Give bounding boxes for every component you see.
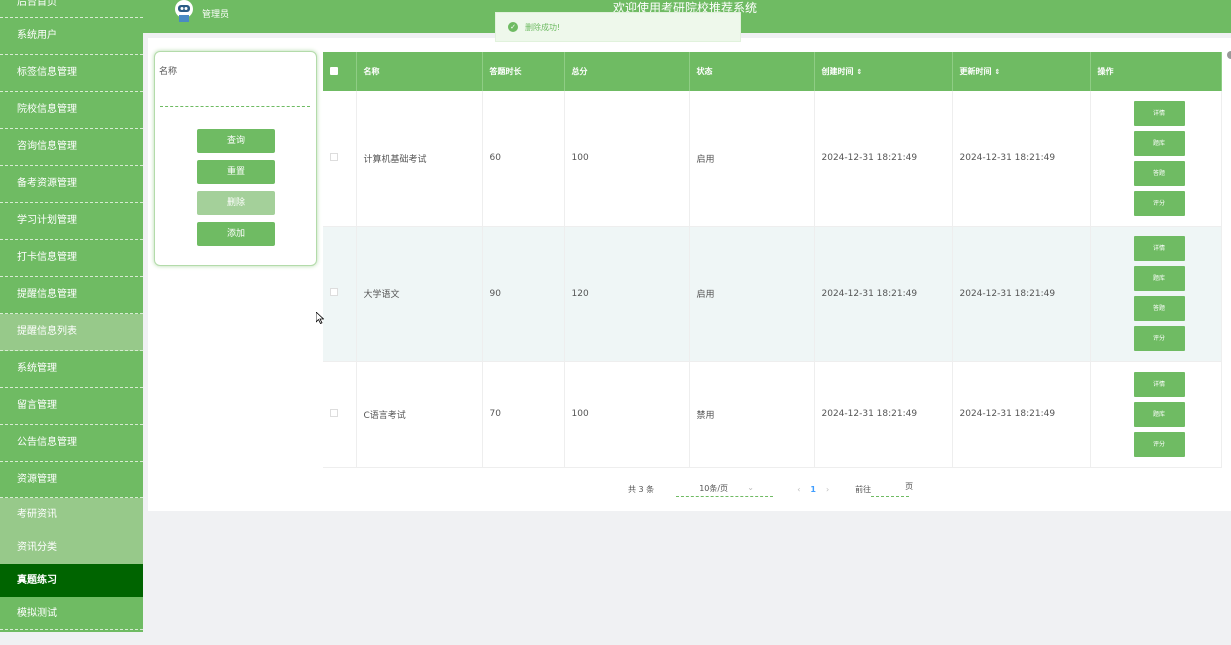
- sidebar-item-resource-management[interactable]: 资源管理: [0, 462, 143, 498]
- detail-button[interactable]: 详情: [1133, 371, 1185, 397]
- cell-name: 大学语文: [356, 226, 483, 362]
- search-panel: 名称 查询 重置 删除 添加: [154, 51, 317, 266]
- sidebar-item-news-category[interactable]: 资讯分类: [0, 531, 143, 564]
- reset-button[interactable]: 重置: [197, 160, 275, 184]
- table-row: 大学语文 90 120 启用 2024-12-31 18:21:49 2024-…: [323, 226, 1222, 362]
- cell-actions: 详情 题库 答题 评分: [1090, 91, 1222, 227]
- cell-score: 100: [564, 91, 690, 227]
- goto-label: 前往: [855, 484, 872, 494]
- sidebar-item-resource-prep[interactable]: 备考资源管理: [0, 166, 143, 203]
- success-toast: ✓ 删除成功!: [495, 12, 741, 42]
- sidebar: 后台首页 系统用户 标签信息管理 院校信息管理 咨询信息管理 备考资源管理 学习…: [0, 0, 143, 632]
- col-header-updated[interactable]: 更新时间 ⇕: [952, 52, 1091, 91]
- sort-icon[interactable]: ⇕: [995, 68, 1001, 76]
- grade-button[interactable]: 评分: [1133, 431, 1185, 457]
- page-size-value: 10条/页: [699, 484, 729, 493]
- query-button[interactable]: 查询: [197, 129, 275, 153]
- add-button[interactable]: 添加: [197, 222, 275, 246]
- sidebar-item-home[interactable]: 后台首页: [0, 0, 143, 18]
- sort-icon[interactable]: ⇕: [857, 68, 863, 76]
- col-header-score: 总分: [564, 52, 690, 91]
- prev-page-icon[interactable]: ‹: [797, 485, 800, 494]
- cell-created: 2024-12-31 18:21:49: [814, 91, 953, 227]
- col-header-status: 状态: [689, 52, 815, 91]
- question-bank-button[interactable]: 题库: [1133, 130, 1185, 156]
- cell-status: 启用: [689, 91, 815, 227]
- name-label: 名称: [159, 67, 178, 77]
- sidebar-item-message-management[interactable]: 留言管理: [0, 388, 143, 425]
- grade-button[interactable]: 评分: [1133, 190, 1185, 216]
- data-table: 名称 答题时长 总分 状态 创建时间 ⇕ 更新时间 ⇕ 操作 计算机基础考试 60 …: [323, 52, 1222, 468]
- sidebar-item-system-users[interactable]: 系统用户: [0, 18, 143, 55]
- sidebar-item-news[interactable]: 考研资讯: [0, 498, 143, 531]
- col-header-actions: 操作: [1090, 52, 1222, 91]
- select-all-checkbox[interactable]: [330, 66, 338, 75]
- page-number[interactable]: 1: [810, 485, 816, 494]
- answer-button[interactable]: 答题: [1133, 160, 1185, 186]
- table-row: C语言考试 70 100 禁用 2024-12-31 18:21:49 2024…: [323, 361, 1222, 468]
- sidebar-item-reminder-list[interactable]: 提醒信息列表: [0, 314, 143, 351]
- next-page-icon[interactable]: ›: [826, 485, 829, 494]
- mouse-cursor-icon: [316, 312, 324, 324]
- sidebar-item-exam-practice[interactable]: 真题练习: [0, 564, 143, 597]
- cell-actions: 详情 题库 评分: [1090, 361, 1222, 468]
- cell-actions: 详情 题库 答题 评分: [1090, 226, 1222, 362]
- cell-duration: 60: [482, 91, 565, 227]
- pagination-total: 共 3 条: [628, 484, 655, 494]
- cell-status: 禁用: [689, 361, 815, 468]
- cell-name: C语言考试: [356, 361, 483, 468]
- cell-status: 启用: [689, 226, 815, 362]
- detail-button[interactable]: 详情: [1133, 236, 1185, 261]
- toast-message: 删除成功!: [525, 22, 561, 32]
- cell-duration: 90: [482, 226, 565, 362]
- cell-created: 2024-12-31 18:21:49: [814, 226, 953, 362]
- user-role[interactable]: 管理员: [202, 7, 229, 20]
- cell-updated: 2024-12-31 18:21:49: [952, 226, 1091, 362]
- answer-button[interactable]: 答题: [1133, 296, 1185, 321]
- select-all-cell: [323, 52, 357, 91]
- cell-updated: 2024-12-31 18:21:49: [952, 91, 1091, 227]
- row-select-cell: [323, 226, 357, 362]
- cell-name: 计算机基础考试: [356, 91, 483, 227]
- cell-updated: 2024-12-31 18:21:49: [952, 361, 1091, 468]
- col-header-updated-label: 更新时间: [959, 67, 992, 76]
- cell-duration: 70: [482, 361, 565, 468]
- avatar-icon[interactable]: [172, 0, 196, 22]
- sidebar-item-study-plan[interactable]: 学习计划管理: [0, 203, 143, 240]
- cell-created: 2024-12-31 18:21:49: [814, 361, 953, 468]
- table-row: 计算机基础考试 60 100 启用 2024-12-31 18:21:49 20…: [323, 91, 1222, 227]
- row-checkbox[interactable]: [330, 408, 338, 417]
- sidebar-item-tag-management[interactable]: 标签信息管理: [0, 55, 143, 92]
- page-unit-label: 页: [905, 482, 914, 491]
- row-checkbox[interactable]: [330, 152, 338, 161]
- question-bank-button[interactable]: 题库: [1133, 266, 1185, 291]
- sidebar-item-checkin[interactable]: 打卡信息管理: [0, 240, 143, 277]
- cell-score: 120: [564, 226, 690, 362]
- row-select-cell: [323, 361, 357, 468]
- check-icon: ✓: [508, 22, 518, 32]
- question-bank-button[interactable]: 题库: [1133, 401, 1185, 427]
- scrollbar-handle[interactable]: [1227, 51, 1231, 59]
- detail-button[interactable]: 详情: [1133, 100, 1185, 126]
- cell-score: 100: [564, 361, 690, 468]
- col-header-duration: 答题时长: [482, 52, 565, 91]
- sidebar-item-reminder-management[interactable]: 提醒信息管理: [0, 277, 143, 314]
- name-search-input[interactable]: [160, 90, 310, 107]
- sidebar-item-system-management[interactable]: 系统管理: [0, 351, 143, 388]
- col-header-name: 名称: [356, 52, 483, 91]
- pagination: 共 3 条 10条/页 ⌄ ‹ 1 › 前往 页: [628, 481, 913, 497]
- sidebar-item-notice-management[interactable]: 公告信息管理: [0, 425, 143, 462]
- delete-button[interactable]: 删除: [197, 191, 275, 215]
- col-header-created[interactable]: 创建时间 ⇕: [814, 52, 953, 91]
- page-size-select[interactable]: 10条/页 ⌄: [676, 481, 774, 497]
- grade-button[interactable]: 评分: [1133, 326, 1185, 351]
- col-header-created-label: 创建时间: [821, 67, 854, 76]
- chevron-down-icon: ⌄: [747, 483, 754, 492]
- sidebar-item-school-management[interactable]: 院校信息管理: [0, 92, 143, 129]
- goto-page-input[interactable]: 页: [871, 481, 913, 497]
- row-checkbox[interactable]: [330, 288, 338, 296]
- row-select-cell: [323, 91, 357, 227]
- sidebar-item-consult-management[interactable]: 咨询信息管理: [0, 129, 143, 166]
- sidebar-item-mock-test[interactable]: 模拟测试: [0, 597, 143, 630]
